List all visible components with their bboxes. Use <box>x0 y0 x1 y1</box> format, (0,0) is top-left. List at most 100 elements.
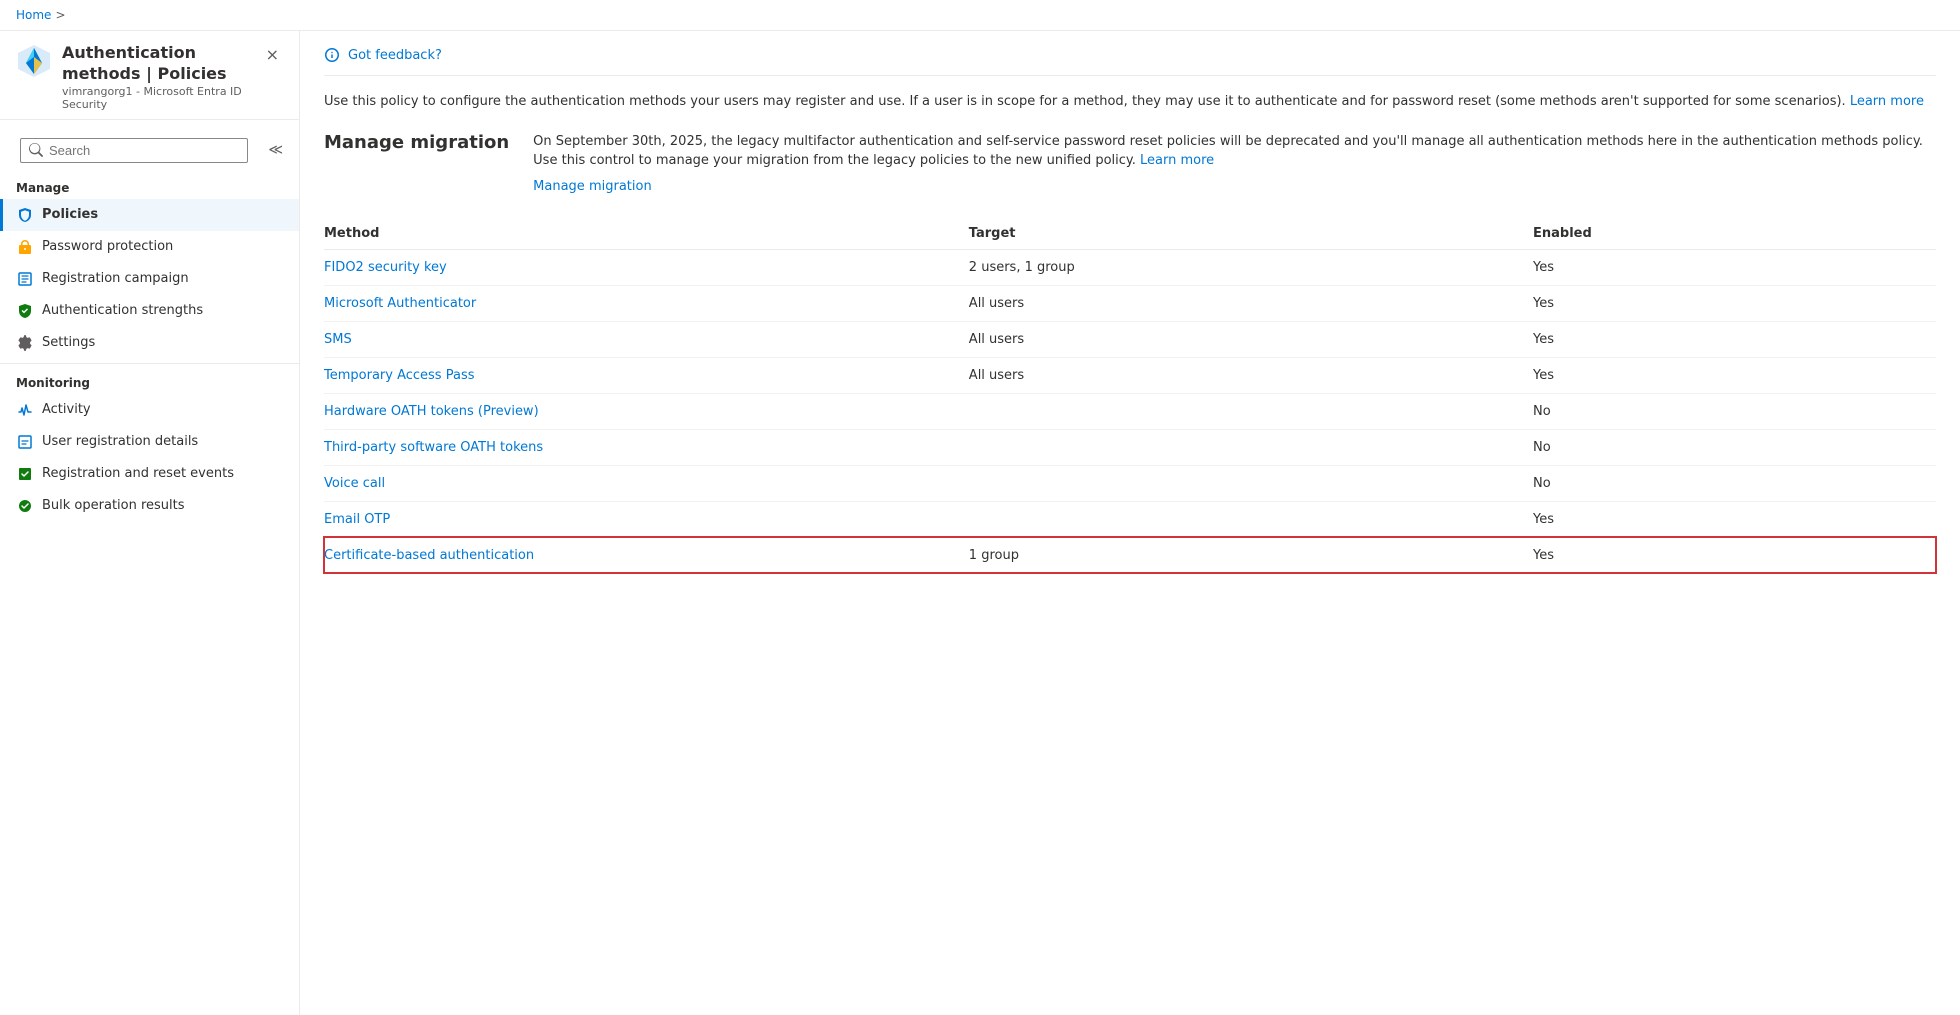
bulk-icon <box>16 497 34 515</box>
table-row: Certificate-based authentication1 groupY… <box>324 537 1936 573</box>
sidebar-item-auth-strengths-label: Authentication strengths <box>42 303 203 318</box>
enabled-cell: Yes <box>1533 501 1936 537</box>
feedback-bar: Got feedback? <box>324 47 1936 76</box>
reg-reset-icon <box>16 465 34 483</box>
method-link[interactable]: Certificate-based authentication <box>324 548 534 563</box>
table-header: Method Target Enabled <box>324 218 1936 250</box>
target-cell: All users <box>969 321 1533 357</box>
sidebar-item-settings[interactable]: Settings <box>0 327 299 359</box>
manage-migration-link[interactable]: Manage migration <box>533 179 1936 194</box>
sidebar-item-bulk-ops[interactable]: Bulk operation results <box>0 490 299 522</box>
password-icon <box>16 238 34 256</box>
sidebar-header: Authentication methods | Policies vimran… <box>0 31 299 120</box>
method-cell: Third-party software OATH tokens <box>324 429 969 465</box>
table-row: SMSAll usersYes <box>324 321 1936 357</box>
search-input[interactable] <box>49 143 239 158</box>
table-row: Temporary Access Pass All usersYes <box>324 357 1936 393</box>
sidebar-item-reg-reset-label: Registration and reset events <box>42 466 234 481</box>
sidebar-item-user-reg-label: User registration details <box>42 434 198 449</box>
close-button[interactable]: × <box>262 43 283 67</box>
method-cell: Voice call <box>324 465 969 501</box>
description-text: Use this policy to configure the authent… <box>324 92 1936 112</box>
method-link[interactable]: FIDO2 security key <box>324 260 447 275</box>
policies-icon <box>16 206 34 224</box>
method-cell: Temporary Access Pass <box>324 357 969 393</box>
sidebar-item-reg-reset[interactable]: Registration and reset events <box>0 458 299 490</box>
user-reg-icon <box>16 433 34 451</box>
table-row: FIDO2 security key 2 users, 1 groupYes <box>324 249 1936 285</box>
target-cell <box>969 501 1533 537</box>
methods-table: Method Target Enabled FIDO2 security key… <box>324 218 1936 574</box>
sidebar-item-user-registration[interactable]: User registration details <box>0 426 299 458</box>
learn-more-desc-link[interactable]: Learn more <box>1850 94 1924 109</box>
auth-strength-icon <box>16 302 34 320</box>
feedback-link[interactable]: Got feedback? <box>348 48 442 63</box>
collapse-sidebar-button[interactable]: ≪ <box>260 140 291 160</box>
manage-section-label: Manage <box>0 173 299 199</box>
col-target: Target <box>969 218 1533 250</box>
activity-icon <box>16 401 34 419</box>
method-cell: Email OTP <box>324 501 969 537</box>
col-method: Method <box>324 218 969 250</box>
sidebar-app-subtitle: vimrangorg1 - Microsoft Entra ID Securit… <box>62 85 252 111</box>
sidebar-app-title: Authentication methods | Policies <box>62 43 252 85</box>
registration-campaign-icon <box>16 270 34 288</box>
method-cell: Hardware OATH tokens (Preview) <box>324 393 969 429</box>
methods-table-body: FIDO2 security key2 users, 1 groupYesMic… <box>324 249 1936 573</box>
sidebar-item-auth-strengths[interactable]: Authentication strengths <box>0 295 299 327</box>
home-link[interactable]: Home <box>16 8 51 22</box>
target-cell <box>969 393 1533 429</box>
sidebar-item-password-label: Password protection <box>42 239 173 254</box>
method-cell: Certificate-based authentication <box>324 537 969 573</box>
enabled-cell: Yes <box>1533 249 1936 285</box>
col-enabled: Enabled <box>1533 218 1936 250</box>
method-link[interactable]: Hardware OATH tokens (Preview) <box>324 404 539 419</box>
target-cell: All users <box>969 357 1533 393</box>
table-row: Microsoft Authenticator All usersYes <box>324 285 1936 321</box>
method-link[interactable]: Temporary Access Pass <box>324 368 474 383</box>
search-box <box>20 138 248 163</box>
enabled-cell: Yes <box>1533 357 1936 393</box>
settings-icon <box>16 334 34 352</box>
enabled-cell: Yes <box>1533 285 1936 321</box>
app-icon <box>16 43 52 79</box>
sidebar: Authentication methods | Policies vimran… <box>0 31 300 1015</box>
enabled-cell: Yes <box>1533 537 1936 573</box>
table-row: Third-party software OATH tokens No <box>324 429 1936 465</box>
migration-content: On September 30th, 2025, the legacy mult… <box>533 132 1936 194</box>
target-cell: All users <box>969 285 1533 321</box>
target-cell <box>969 465 1533 501</box>
method-link[interactable]: Microsoft Authenticator <box>324 296 476 311</box>
enabled-cell: No <box>1533 429 1936 465</box>
method-link[interactable]: SMS <box>324 332 352 347</box>
method-cell: FIDO2 security key <box>324 249 969 285</box>
sidebar-divider <box>0 363 299 364</box>
sidebar-item-bulk-label: Bulk operation results <box>42 498 185 513</box>
enabled-cell: No <box>1533 393 1936 429</box>
monitoring-section-label: Monitoring <box>0 368 299 394</box>
method-link[interactable]: Third-party software OATH tokens <box>324 440 543 455</box>
main-content: Got feedback? Use this policy to configu… <box>300 31 1960 1015</box>
target-cell <box>969 429 1533 465</box>
method-link[interactable]: Email OTP <box>324 512 390 527</box>
sidebar-item-registration-label: Registration campaign <box>42 271 189 286</box>
sidebar-item-activity[interactable]: Activity <box>0 394 299 426</box>
target-cell: 2 users, 1 group <box>969 249 1533 285</box>
sidebar-title-block: Authentication methods | Policies vimran… <box>62 43 252 111</box>
sidebar-item-registration-campaign[interactable]: Registration campaign <box>0 263 299 295</box>
breadcrumb-separator: > <box>55 8 65 22</box>
sidebar-item-policies-label: Policies <box>42 207 98 222</box>
method-cell: Microsoft Authenticator <box>324 285 969 321</box>
enabled-cell: No <box>1533 465 1936 501</box>
feedback-icon <box>324 47 340 63</box>
table-row: Voice call No <box>324 465 1936 501</box>
sidebar-item-activity-label: Activity <box>42 402 91 417</box>
method-link[interactable]: Voice call <box>324 476 385 491</box>
table-row: Email OTP Yes <box>324 501 1936 537</box>
table-row: Hardware OATH tokens (Preview) No <box>324 393 1936 429</box>
sidebar-item-password-protection[interactable]: Password protection <box>0 231 299 263</box>
breadcrumb: Home > <box>0 0 1960 30</box>
sidebar-item-policies[interactable]: Policies <box>0 199 299 231</box>
sidebar-item-settings-label: Settings <box>42 335 95 350</box>
migration-learn-more-link[interactable]: Learn more <box>1140 153 1214 168</box>
